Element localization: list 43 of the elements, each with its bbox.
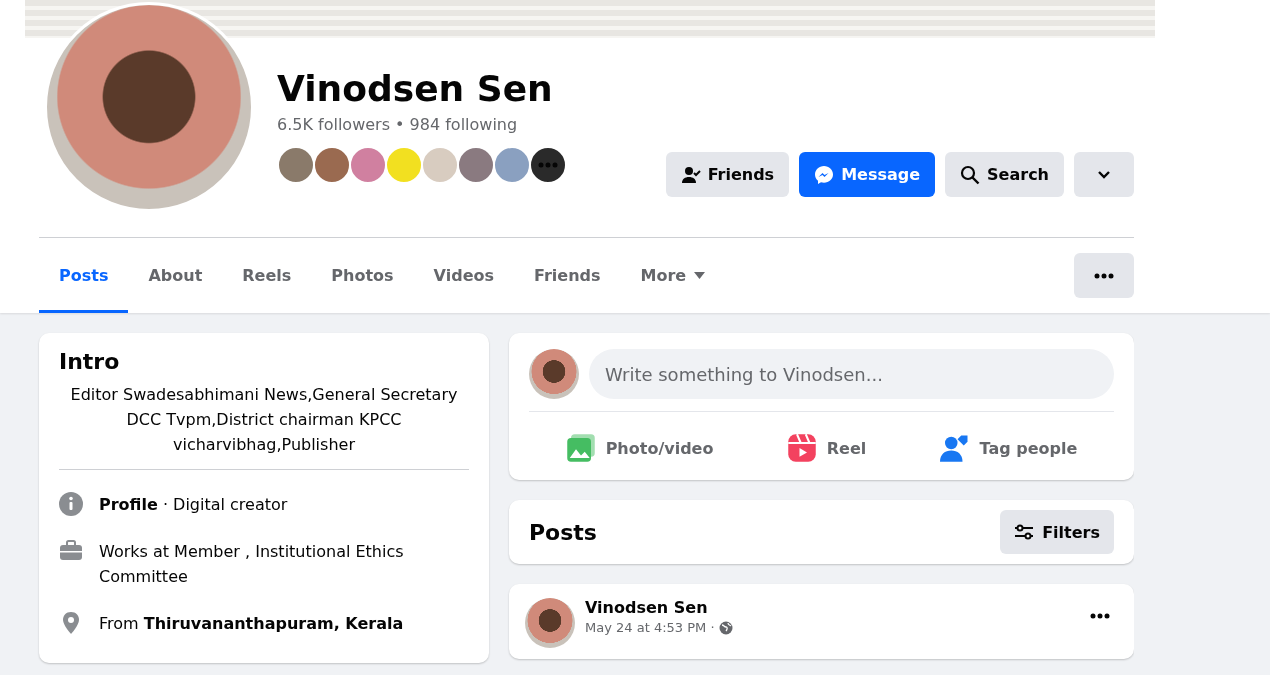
intro-title: Intro xyxy=(59,349,121,374)
profile-tab[interactable]: More xyxy=(620,238,726,313)
more-icon xyxy=(1090,613,1110,619)
profile-tab[interactable]: Posts xyxy=(39,238,129,313)
reel-icon xyxy=(786,433,817,463)
filters-button[interactable]: Filters xyxy=(1000,510,1114,554)
reel-button[interactable]: Reel xyxy=(778,420,875,476)
tag-people-icon xyxy=(939,433,970,463)
follower-stats: 6.5K followers • 984 following xyxy=(277,115,519,134)
post-time[interactable]: May 24 at 4:53 PM · xyxy=(585,620,715,635)
messenger-icon xyxy=(814,164,835,185)
more-icon xyxy=(1094,272,1114,279)
post-author[interactable]: Vinodsen Sen xyxy=(585,598,733,617)
intro-detail: Works at Member , Institutional Ethics Committee xyxy=(99,541,405,588)
photo-icon xyxy=(565,433,596,463)
intro-detail: From Thiruvananthapuram, Kerala xyxy=(99,613,404,635)
tag-button[interactable]: Tag people xyxy=(931,420,1086,476)
posts-title: Posts xyxy=(529,519,597,545)
message-button[interactable]: Message xyxy=(799,152,936,197)
profile-name: Vinodsen Sen xyxy=(277,68,554,109)
user-avatar[interactable] xyxy=(529,349,579,399)
briefcase-icon xyxy=(59,539,83,563)
profile-tab[interactable]: Photos xyxy=(311,238,414,313)
caret-icon xyxy=(694,272,706,279)
search-icon xyxy=(960,164,981,185)
sliders-icon xyxy=(1014,524,1035,540)
post-input-field[interactable]: Write something to Vinodsen... xyxy=(589,349,1114,399)
friends-button[interactable]: Friends xyxy=(665,152,790,197)
photo-button[interactable]: Photo/video xyxy=(557,420,722,476)
search-button[interactable]: Search xyxy=(945,152,1064,197)
profile-tab[interactable]: Videos xyxy=(413,238,514,313)
author-avatar[interactable] xyxy=(525,598,575,648)
globe-icon xyxy=(718,620,733,635)
info-icon xyxy=(59,492,83,516)
person-check-icon xyxy=(680,164,701,185)
profile-tab[interactable]: About xyxy=(128,238,223,313)
more-button[interactable] xyxy=(1074,253,1134,298)
profile-tab[interactable]: Friends xyxy=(514,238,621,313)
intro-bio: Editor Swadesabhimani News,General Secretary DCC Tvpm,District chairman KPCC vicharvibhag,Publisher xyxy=(59,374,469,470)
intro-detail: Profile · Digital creator xyxy=(99,494,288,516)
more-icon xyxy=(538,162,558,168)
chevron-down-icon xyxy=(1097,170,1111,179)
profile-tab[interactable]: Reels xyxy=(222,238,312,313)
